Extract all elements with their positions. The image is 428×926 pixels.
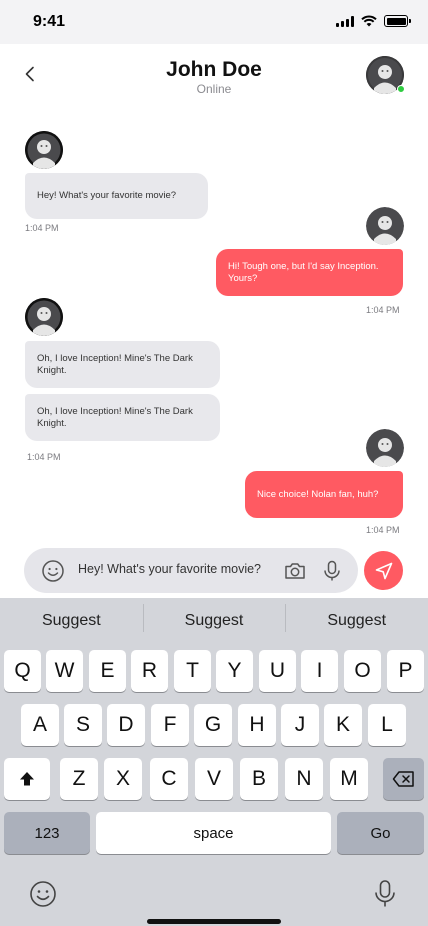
message-text: Yours? [228, 273, 258, 284]
dictation-button[interactable] [371, 879, 399, 909]
sender-avatar [25, 131, 63, 169]
contact-status: Online [196, 82, 232, 96]
message-text: Knight. [37, 365, 67, 376]
camera-icon [285, 563, 305, 579]
chat-header: John Doe Online [0, 44, 428, 106]
microphone-icon [324, 560, 340, 581]
emoji-keyboard-button[interactable] [29, 880, 57, 908]
key-a[interactable]: A [21, 704, 59, 746]
key-s[interactable]: S [64, 704, 102, 746]
key-m[interactable]: M [330, 758, 368, 800]
message-bubble-incoming[interactable]: Oh, I love Inception! Mine's The Dark Kn… [25, 341, 220, 388]
shift-icon [20, 772, 34, 786]
key-t[interactable]: T [174, 650, 211, 692]
key-w[interactable]: W [46, 650, 83, 692]
contact-name: John Doe [166, 58, 262, 81]
message-text: Oh, I love Inception! Mine's The Dark [37, 406, 193, 417]
online-indicator [397, 85, 405, 93]
message-text: Oh, I love Inception! Mine's The Dark [37, 353, 193, 364]
smiley-icon [30, 881, 56, 907]
key-n[interactable]: N [285, 758, 323, 800]
sender-avatar [25, 298, 63, 336]
emoji-button[interactable] [40, 558, 66, 584]
status-icons [336, 15, 411, 27]
delete-key[interactable] [383, 758, 424, 800]
voice-button[interactable] [319, 558, 345, 584]
key-h[interactable]: H [238, 704, 276, 746]
key-v[interactable]: V [195, 758, 233, 800]
message-text: Hey! What's your favorite movie? [37, 190, 177, 201]
key-c[interactable]: C [150, 758, 188, 800]
message-bubble-incoming[interactable]: Hey! What's your favorite movie? [25, 173, 208, 219]
camera-button[interactable] [282, 558, 308, 584]
key-g[interactable]: G [194, 704, 232, 746]
key-e[interactable]: E [89, 650, 126, 692]
message-text: Hi! Tough one, but I'd say Inception. [228, 261, 379, 272]
message-time: 1:04 PM [25, 223, 59, 233]
suggestion[interactable]: Suggest [142, 604, 286, 632]
message-text: Knight. [37, 418, 67, 429]
status-bar: 9:41 [0, 0, 428, 44]
key-l[interactable]: L [368, 704, 406, 746]
status-time: 9:41 [33, 13, 66, 30]
message-time: 1:04 PM [27, 452, 61, 462]
send-button[interactable] [364, 551, 403, 590]
keyboard: Suggest Suggest Suggest Q W E R T Y U I … [0, 598, 428, 926]
shift-key[interactable] [4, 758, 50, 800]
key-y[interactable]: Y [216, 650, 253, 692]
message-time: 1:04 PM [366, 305, 400, 315]
key-f[interactable]: F [151, 704, 189, 746]
message-text: Nice choice! Nolan fan, huh? [257, 489, 379, 500]
key-u[interactable]: U [259, 650, 296, 692]
send-icon [375, 562, 392, 579]
suggestion-bar: Suggest Suggest Suggest [0, 598, 428, 644]
smiley-icon [42, 560, 64, 582]
message-composer[interactable]: Hey! What's your favorite movie? [24, 548, 358, 593]
go-key[interactable]: Go [337, 812, 424, 854]
suggestion[interactable]: Suggest [285, 604, 428, 632]
home-indicator[interactable] [147, 919, 281, 924]
wifi-icon [361, 15, 377, 27]
key-r[interactable]: R [131, 650, 168, 692]
message-bubble-outgoing[interactable]: Nice choice! Nolan fan, huh? [245, 471, 403, 518]
backspace-icon [392, 771, 414, 787]
message-time: 1:04 PM [366, 525, 400, 535]
user-avatar [366, 207, 404, 245]
cellular-signal-icon [336, 15, 354, 27]
key-z[interactable]: Z [60, 758, 98, 800]
user-avatar [366, 429, 404, 467]
key-x[interactable]: X [104, 758, 142, 800]
numbers-key[interactable]: 123 [4, 812, 90, 854]
key-d[interactable]: D [107, 704, 145, 746]
key-o[interactable]: O [344, 650, 381, 692]
contact-avatar[interactable] [366, 56, 405, 94]
key-b[interactable]: B [240, 758, 278, 800]
suggestion[interactable]: Suggest [0, 612, 143, 630]
key-i[interactable]: I [301, 650, 338, 692]
message-input[interactable]: Hey! What's your favorite movie? [78, 562, 261, 576]
battery-icon [384, 15, 411, 27]
key-q[interactable]: Q [4, 650, 41, 692]
space-key[interactable]: space [96, 812, 331, 854]
key-p[interactable]: P [387, 650, 424, 692]
key-j[interactable]: J [281, 704, 319, 746]
key-k[interactable]: K [324, 704, 362, 746]
message-bubble-outgoing[interactable]: Hi! Tough one, but I'd say Inception. Yo… [216, 249, 403, 296]
message-bubble-incoming[interactable]: Oh, I love Inception! Mine's The Dark Kn… [25, 394, 220, 441]
microphone-icon [375, 880, 395, 907]
